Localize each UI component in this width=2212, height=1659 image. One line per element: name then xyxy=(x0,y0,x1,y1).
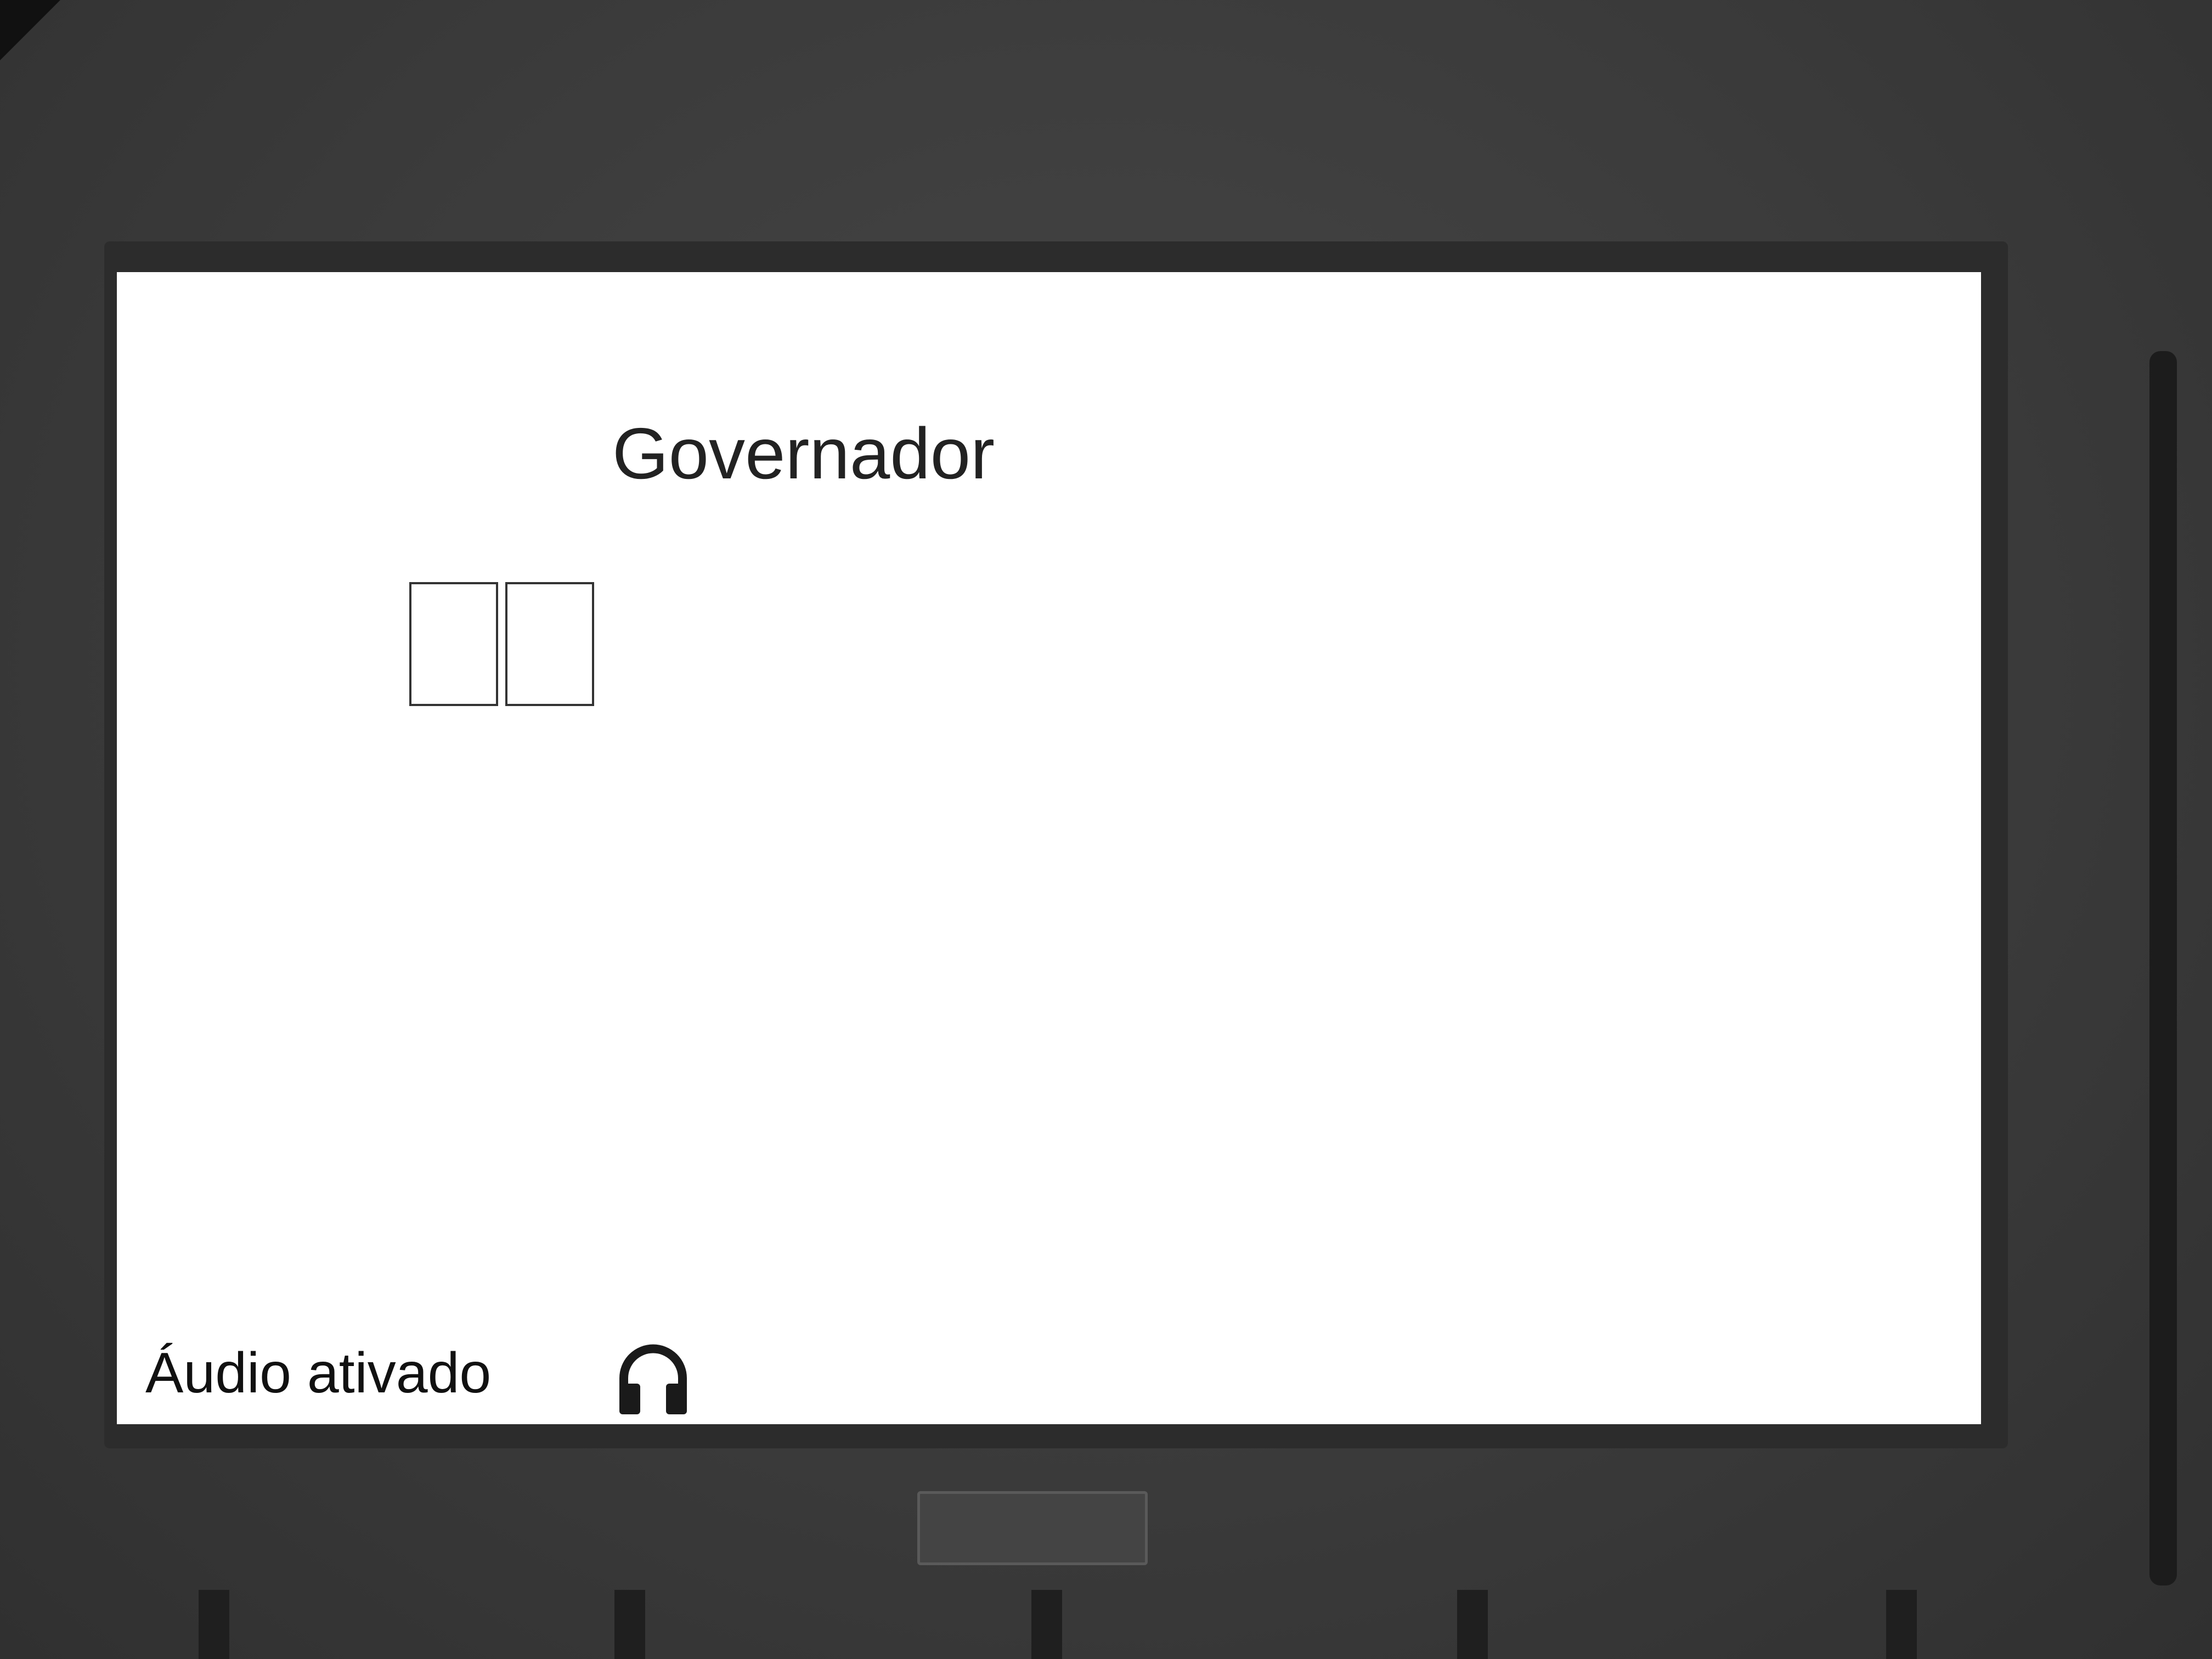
side-slot xyxy=(2149,351,2177,1585)
voting-machine-body: Governador Áudio ativado xyxy=(0,0,2212,1659)
ballot-screen: Governador Áudio ativado xyxy=(117,272,1981,1424)
key-slot-4 xyxy=(1457,1590,1488,1659)
audio-status-label: Áudio ativado xyxy=(145,1341,492,1405)
vote-digit-box-2 xyxy=(505,582,594,706)
key-slot-1 xyxy=(199,1590,229,1659)
vote-digit-box-1 xyxy=(409,582,498,706)
office-title: Governador xyxy=(612,413,995,494)
headphone-icon xyxy=(619,1344,687,1414)
corner-mark xyxy=(0,0,60,60)
key-slot-2 xyxy=(614,1590,645,1659)
key-slot-3 xyxy=(1031,1590,1062,1659)
brand-plate xyxy=(917,1491,1148,1565)
key-slot-5 xyxy=(1886,1590,1917,1659)
